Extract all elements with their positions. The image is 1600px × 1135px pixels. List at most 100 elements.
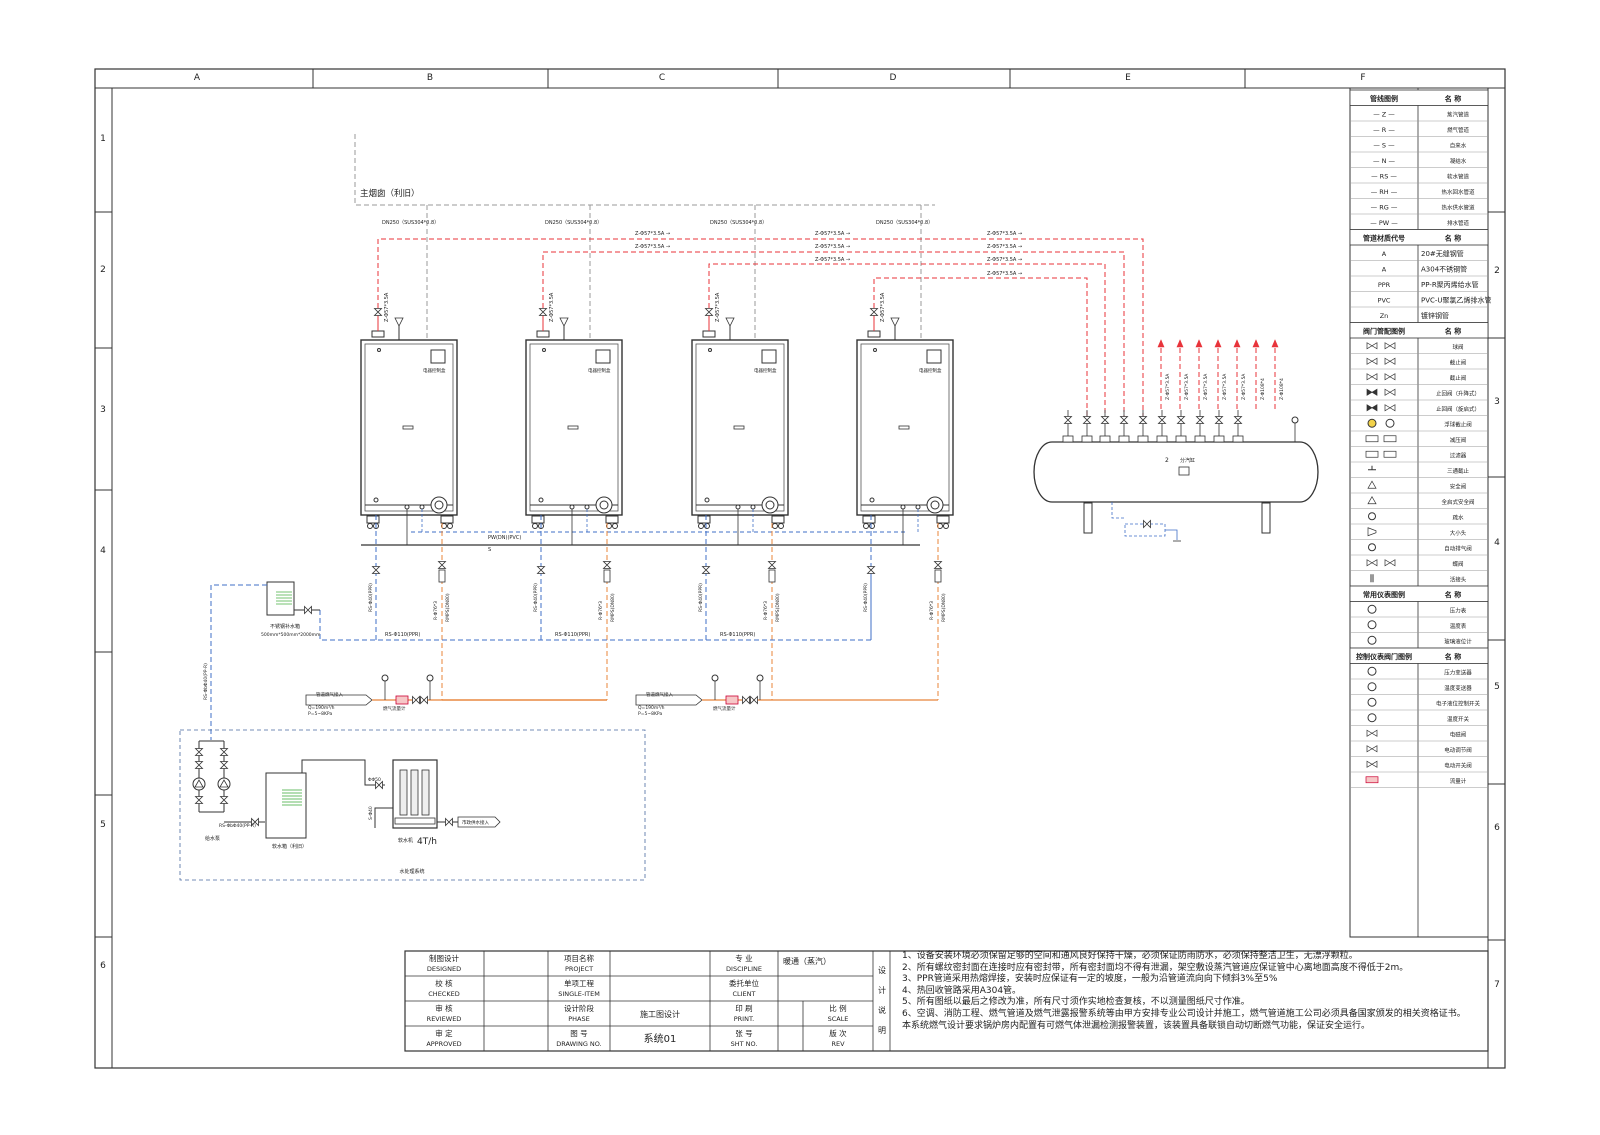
row-number: 6 — [100, 961, 106, 971]
boiler-foot — [771, 515, 785, 524]
legend-name: 过滤器 — [1450, 452, 1467, 460]
gas-pressure-label: P=5~8KPa — [308, 711, 332, 717]
legend-name: 压力变送器 — [1444, 669, 1472, 677]
inner-border — [111, 87, 1489, 1069]
title-role-en: CHECKED — [428, 990, 459, 998]
nozzle-flange — [1062, 435, 1074, 443]
city-water-label: 市政供水接入 — [462, 819, 489, 826]
legend-name: 电动调节阀 — [1444, 746, 1472, 754]
legend-name: 电动开关阀 — [1444, 762, 1472, 770]
control-valve-icon — [1366, 745, 1378, 753]
flue-size-label: DN250（SUS304*0.8） — [710, 220, 767, 226]
material-name: 20#无缝钢管 — [1421, 249, 1464, 258]
indicator-icon — [873, 348, 877, 352]
instrument-icon — [1367, 620, 1377, 630]
caster-icon — [367, 523, 373, 529]
safety-valve-icon — [394, 317, 404, 327]
note-line: 2、所有螺纹密封面在连接时应有密封带，所有密封面均不得有泄漏，架空敷设蒸汽管道应… — [902, 962, 1409, 973]
gas-meter-label: 燃气流量计 — [383, 705, 406, 712]
water-port-icon — [900, 504, 906, 510]
butterfly-valve-icon — [1384, 559, 1396, 567]
dn-label: ΦΦ50 — [368, 777, 381, 783]
gas-size-tag: RMPS(DN80) — [775, 593, 781, 622]
branch-tag: Z-Φ57*3.5A — [1241, 373, 1247, 400]
column-letter: B — [427, 73, 433, 83]
legend-header-text: 常用仪表图例 — [1363, 590, 1405, 599]
legend-name: 排水管道 — [1447, 219, 1470, 227]
steam-valve-icon — [869, 308, 879, 316]
title-field-en: SHT NO. — [731, 1040, 758, 1048]
legend-header-text: 阀门管配图例 — [1363, 327, 1405, 336]
transmitter-icon — [1367, 713, 1377, 723]
gas-valve-icon — [742, 695, 750, 705]
gas-filter-icon — [603, 569, 611, 583]
soft-tank-label: 软水箱（利旧） — [272, 843, 307, 850]
steam-pipe-label: Z-Φ57*3.5A → — [987, 257, 1022, 263]
control-box-label: 电器控制盒 — [919, 367, 942, 374]
float-valve-icon — [1367, 418, 1377, 428]
steam-pipe-label: Z-Φ57*3.5A → — [987, 231, 1022, 237]
scale-label: 比 例 — [829, 1003, 846, 1013]
softwater-tag: RS-Φ40(PPR) — [533, 583, 539, 612]
header-support — [1261, 502, 1271, 534]
caster-icon — [612, 523, 618, 529]
steam-header-drum — [1033, 441, 1319, 503]
drawing-sheet: A B C D E F 1 2 3 4 5 6 2 3 4 5 6 7 主烟囱（利旧） DN250（SUS304*0… — [0, 0, 1600, 1131]
steam-outlet-flange — [536, 330, 550, 338]
softwater-tag: RS-Φ40(PPR) — [698, 583, 704, 612]
makeup-riser — [210, 584, 267, 740]
butterfly-valve-icon — [1366, 559, 1378, 567]
pump-valve-icon — [219, 796, 229, 804]
caster-icon — [698, 523, 704, 529]
material-code: A — [1382, 266, 1387, 274]
nozzle-flange — [1118, 435, 1130, 443]
column-letter: D — [890, 73, 897, 83]
drain-port-icon — [704, 497, 710, 503]
nozzle-valve-icon — [1176, 416, 1186, 424]
legend-name: 电磁阀 — [1450, 731, 1467, 739]
burner-inner-icon — [434, 500, 444, 510]
title-field-en: CLIENT — [732, 990, 755, 998]
nozzle-flange — [1213, 435, 1225, 443]
title-role: 审 核 — [435, 1003, 453, 1013]
water-port-icon — [750, 504, 756, 510]
gas-valve-icon — [767, 561, 777, 569]
steam-pipe-label: Z-Φ57*3.5A → — [635, 244, 670, 250]
title-field: 单项工程 — [564, 978, 594, 988]
gas-entry-label: 管道燃气接入 — [316, 691, 343, 698]
flue-size-label: DN250（SUS304*0.8） — [876, 220, 933, 226]
gas-tag: R-Φ76*3 — [598, 601, 604, 620]
header-name: 分汽缸 — [1180, 457, 1195, 464]
feed-tank — [266, 581, 295, 616]
nozzle-valve-icon — [1100, 416, 1110, 424]
column-letter: C — [659, 73, 665, 83]
legend-header-text: 名 称 — [1445, 94, 1461, 103]
legend-name: 球阀 — [1452, 343, 1463, 351]
legend-name: 温度变送器 — [1444, 684, 1472, 692]
steam-tag: Z-Φ57*3.5A — [549, 292, 555, 322]
pipe-line-symbol: — PW — — [1370, 219, 1398, 227]
reducer-icon — [1367, 527, 1377, 537]
gas-valve-icon — [420, 695, 428, 705]
sdn-label: S-Φ40 — [368, 806, 374, 820]
title-field-value: 施工图设计 — [640, 1009, 680, 1019]
flow-arrow-icon — [1157, 339, 1165, 348]
title-field-value: 暖通（蒸汽） — [783, 956, 831, 966]
control-box — [926, 349, 942, 364]
pressure-gauge-icon — [1291, 416, 1299, 424]
caster-icon — [704, 523, 710, 529]
nozzle-flange — [1081, 435, 1093, 443]
filter-icon — [1383, 450, 1397, 458]
branch-tag: Z-Φ108*4 — [1279, 378, 1285, 400]
trap-valve-icon — [1143, 519, 1151, 529]
pump-valve-icon — [194, 796, 204, 804]
valve-valve-icon — [1366, 342, 1378, 350]
steam-outlet-flange — [867, 330, 881, 338]
burner-inner-icon — [599, 500, 609, 510]
valve-valve-icon — [1366, 357, 1378, 365]
steam-main — [542, 251, 1125, 420]
nozzle-flange — [1175, 435, 1187, 443]
flow-arrow-icon — [1195, 339, 1203, 348]
water-port-icon — [569, 504, 575, 510]
steam-outlet-flange — [371, 330, 385, 338]
